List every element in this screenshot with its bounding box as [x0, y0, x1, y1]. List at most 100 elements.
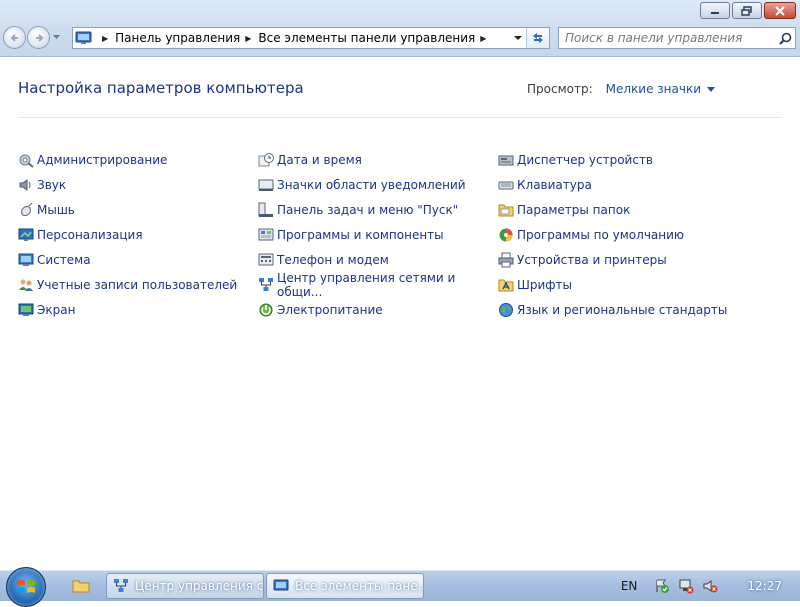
item-date-time[interactable]: Дата и время	[258, 147, 498, 172]
close-button[interactable]	[764, 2, 796, 19]
item-phone-modem[interactable]: Телефон и модем	[258, 247, 498, 272]
item-label: Администрирование	[37, 152, 168, 167]
item-default-programs[interactable]: Программы по умолчанию	[498, 222, 738, 247]
item-device-manager[interactable]: Диспетчер устройств	[498, 147, 738, 172]
item-label: Электропитание	[277, 302, 383, 317]
back-button[interactable]	[3, 26, 26, 49]
window-chrome: ▶ Панель управления ▶ Все элементы панел…	[0, 0, 800, 57]
power-icon	[259, 303, 273, 316]
network-icon	[259, 277, 273, 291]
item-label: Параметры папок	[517, 202, 631, 217]
programs-icon	[258, 228, 274, 240]
windows-logo-icon	[17, 580, 35, 593]
item-label: Мышь	[37, 202, 75, 217]
item-label: Клавиатура	[517, 177, 592, 192]
item-label: Язык и региональные стандарты	[517, 302, 728, 317]
globe-icon	[499, 302, 513, 317]
item-fonts[interactable]: Шрифты	[498, 272, 738, 297]
item-power-options[interactable]: Электропитание	[258, 297, 498, 322]
keyboard-icon	[498, 181, 514, 189]
forward-button[interactable]	[27, 26, 50, 49]
items-column-2: Дата и время Значки области уведомлений …	[258, 147, 498, 322]
taskbar-button-control-panel[interactable]: Все элементы пане...	[266, 573, 424, 599]
view-dropdown[interactable]: Мелкие значки	[606, 82, 715, 96]
language-indicator[interactable]: EN	[621, 579, 638, 593]
items-column-3: Диспетчер устройств Клавиатура Параметры…	[498, 147, 738, 322]
display-icon	[18, 303, 34, 316]
control-panel-window: ▶ Панель управления ▶ Все элементы панел…	[0, 0, 800, 570]
breadcrumb-label: Все элементы панели управления	[258, 31, 476, 45]
item-mouse[interactable]: Мышь	[18, 197, 258, 222]
address-bar[interactable]: ▶ Панель управления ▶ Все элементы панел…	[72, 27, 550, 49]
action-center-tray[interactable]	[653, 577, 671, 595]
item-region-language[interactable]: Язык и региональные стандарты	[498, 297, 738, 322]
system-tray: EN 12:27	[621, 571, 800, 601]
taskbar-icon	[258, 202, 273, 217]
printer-icon	[498, 252, 514, 267]
item-label: Центр управления сетями и общи...	[277, 270, 456, 299]
back-arrow-icon	[10, 33, 18, 42]
minimize-button[interactable]	[700, 2, 730, 19]
taskbar: Центр управления с... Все элементы пане.…	[0, 567, 800, 607]
view-value: Мелкие значки	[605, 82, 701, 96]
item-label: Учетные записи пользователей	[37, 277, 238, 292]
item-label: Система	[37, 252, 91, 267]
explorer-quick-launch[interactable]	[70, 576, 92, 596]
item-label: Устройства и принтеры	[517, 252, 667, 267]
item-notification-icons[interactable]: Значки области уведомлений	[258, 172, 498, 197]
chevron-down-icon	[52, 35, 60, 39]
item-personalization[interactable]: Персонализация	[18, 222, 258, 247]
close-icon	[775, 5, 785, 16]
start-button[interactable]	[6, 567, 46, 607]
item-label: Программы по умолчанию	[517, 227, 685, 242]
item-taskbar-start-menu[interactable]: Панель задач и меню "Пуск"	[258, 197, 498, 222]
item-sound[interactable]: Звук	[18, 172, 258, 197]
breadcrumb-label: Панель управления	[115, 31, 241, 45]
taskbar-button-label: Центр управления с...	[135, 579, 264, 593]
item-network-sharing-center[interactable]: Центр управления сетями и общи...	[258, 270, 498, 299]
item-programs-features[interactable]: Программы и компоненты	[258, 222, 498, 247]
control-panel-icon	[273, 579, 289, 591]
clock[interactable]: 12:27	[747, 579, 782, 593]
flag-check-icon	[656, 579, 670, 593]
item-label: Телефон и модем	[277, 252, 389, 267]
item-label: Экран	[37, 302, 76, 317]
item-devices-printers[interactable]: Устройства и принтеры	[498, 247, 738, 272]
item-user-accounts[interactable]: Учетные записи пользователей	[18, 272, 258, 297]
item-label: Программы и компоненты	[277, 227, 444, 242]
refresh-icon	[533, 33, 543, 43]
forward-arrow-icon	[35, 33, 43, 42]
address-history-dropdown[interactable]	[511, 28, 525, 48]
item-keyboard[interactable]: Клавиатура	[498, 172, 738, 197]
item-label: Диспетчер устройств	[517, 152, 654, 167]
item-system[interactable]: Система	[18, 247, 258, 272]
item-label: Дата и время	[277, 152, 362, 167]
search-input[interactable]	[559, 30, 775, 46]
search-button[interactable]	[775, 28, 795, 48]
items-grid: Администрирование Звук Мышь Персонализац…	[18, 147, 738, 322]
speaker-icon	[19, 178, 31, 191]
content-area: Настройка параметров компьютера Просмотр…	[0, 57, 800, 570]
refresh-button[interactable]	[526, 28, 549, 48]
item-folder-options[interactable]: Параметры папок	[498, 197, 738, 222]
breadcrumb-all-items[interactable]: ▶ Все элементы панели управления ▶	[240, 31, 493, 45]
search-box[interactable]	[558, 27, 796, 49]
fonts-icon	[498, 279, 514, 291]
system-icon	[18, 253, 34, 266]
chevron-down-icon	[707, 86, 715, 92]
folder-options-icon	[498, 204, 514, 216]
mouse-icon	[21, 202, 33, 216]
network-tray[interactable]	[677, 577, 695, 595]
control-panel-icon	[75, 31, 92, 44]
maximize-button[interactable]	[732, 2, 762, 19]
item-administration[interactable]: Администрирование	[18, 147, 258, 172]
notification-icon	[258, 179, 274, 191]
breadcrumb-control-panel[interactable]: ▶ Панель управления	[97, 31, 240, 45]
item-label: Персонализация	[37, 227, 143, 242]
volume-tray[interactable]	[701, 577, 719, 595]
item-label: Панель задач и меню "Пуск"	[277, 202, 459, 217]
users-icon	[19, 279, 33, 291]
recent-pages-dropdown[interactable]	[51, 26, 61, 49]
item-display[interactable]: Экран	[18, 297, 258, 322]
taskbar-button-network-center[interactable]: Центр управления с...	[106, 573, 264, 599]
